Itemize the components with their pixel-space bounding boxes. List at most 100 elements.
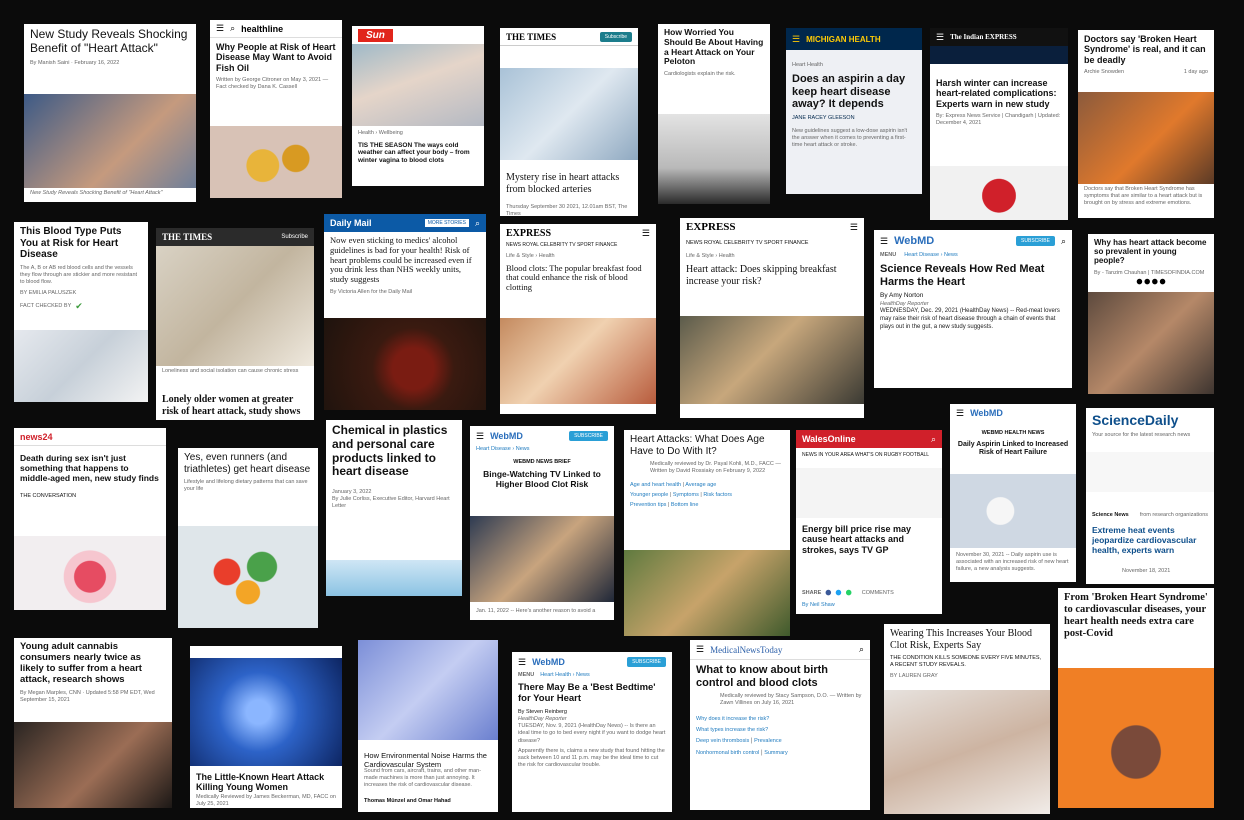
article-author[interactable]: By Neil Shaw <box>796 602 841 609</box>
site-logo[interactable]: EXPRESS <box>686 221 736 233</box>
toc-link[interactable]: What types increase the risk? <box>696 727 768 733</box>
subscribe-button[interactable]: SUBSCRIBE <box>627 657 666 667</box>
toc-links[interactable]: Age and heart health | Average age Young… <box>624 481 790 511</box>
article-card-heart-attack-benefit[interactable]: New Study Reveals Shocking Benefit of "H… <box>24 24 196 202</box>
site-logo[interactable]: THE TIMES <box>506 32 556 42</box>
article-title[interactable]: Energy bill price rise may cause heart a… <box>796 520 942 559</box>
subscribe-button[interactable]: SUBSCRIBE <box>1016 236 1055 246</box>
article-title[interactable]: Young adult cannabis consumers nearly tw… <box>14 638 172 690</box>
site-logo[interactable]: The Indian EXPRESS <box>950 33 1017 41</box>
menu-icon[interactable]: ☰ <box>518 657 526 668</box>
menu-icon[interactable]: ☰ <box>216 23 224 34</box>
menu-icon[interactable]: ☰ <box>956 408 964 419</box>
article-card-birth-control[interactable]: ☰ MedicalNewsToday ⌕ What to know about … <box>690 640 870 810</box>
article-title[interactable]: How Worried You Should Be About Having a… <box>658 24 770 71</box>
toc-link[interactable]: Average age <box>685 482 716 488</box>
toc-link[interactable]: Prevalence <box>754 738 782 744</box>
article-card-skipping-breakfast[interactable]: EXPRESS ☰ NEWS ROYAL CELEBRITY TV SPORT … <box>680 218 864 418</box>
toc-link[interactable]: Prevention tips <box>630 502 666 508</box>
article-title[interactable]: Heart Attacks: What Does Age Have to Do … <box>624 430 790 461</box>
article-card-binge-watching[interactable]: ☰ WebMD SUBSCRIBE Heart Disease › News W… <box>470 426 614 620</box>
site-logo[interactable]: THE TIMES <box>162 232 212 242</box>
article-title[interactable]: Chemical in plastics and personal care p… <box>326 420 462 483</box>
article-card-death-during-sex[interactable]: news24 Death during sex isn't just somet… <box>14 428 166 610</box>
comments-link[interactable]: COMMENTS <box>862 590 894 597</box>
article-title[interactable]: Binge-Watching TV Linked to Higher Blood… <box>470 466 614 494</box>
site-logo[interactable]: WebMD <box>894 235 934 247</box>
article-title[interactable]: Does an aspirin a day keep heart disease… <box>786 69 922 115</box>
site-logo[interactable]: WebMD <box>532 657 565 667</box>
article-title[interactable]: Mystery rise in heart attacks from block… <box>500 168 638 199</box>
article-card-lonely-women[interactable]: THE TIMES Subscribe Loneliness and socia… <box>156 228 314 420</box>
site-logo[interactable]: WebMD <box>490 431 523 441</box>
toc-link[interactable]: Younger people <box>630 492 668 498</box>
article-card-best-bedtime[interactable]: ☰ WebMD SUBSCRIBE MENU Heart Health › Ne… <box>512 652 672 812</box>
article-title[interactable]: Harsh winter can increase heart-related … <box>930 74 1068 113</box>
site-logo[interactable]: WalesOnline <box>802 434 856 444</box>
article-card-mystery-rise[interactable]: THE TIMES Subscribe Mystery rise in hear… <box>500 28 638 216</box>
article-card-harsh-winter[interactable]: ☰ The Indian EXPRESS Harsh winter can in… <box>930 28 1068 220</box>
article-card-plastics[interactable]: Chemical in plastics and personal care p… <box>326 420 462 596</box>
article-video[interactable] <box>14 536 166 610</box>
article-card-noise[interactable]: How Environmental Noise Harms the Cardio… <box>358 640 498 812</box>
article-title[interactable]: Why has heart attack become so prevalent… <box>1088 234 1214 270</box>
menu-button[interactable]: MENU <box>880 252 896 259</box>
article-title[interactable]: Why People at Risk of Heart Disease May … <box>210 38 342 77</box>
article-title[interactable]: New Study Reveals Shocking Benefit of "H… <box>24 24 196 60</box>
toc-links[interactable]: Why does it increase the risk? What type… <box>690 714 870 760</box>
article-title[interactable]: There May Be a 'Best Bedtime' for Your H… <box>512 679 672 709</box>
site-logo[interactable]: news24 <box>20 432 53 442</box>
article-card-aspirin[interactable]: ☰ MICHIGAN HEALTH Heart Health Does an a… <box>786 28 922 194</box>
subscribe-link[interactable]: Subscribe <box>281 234 308 240</box>
menu-icon[interactable]: ☰ <box>476 431 484 442</box>
article-card-young-women[interactable]: The Little-Known Heart Attack Killing Yo… <box>190 646 342 808</box>
site-logo[interactable]: Daily Mail <box>330 218 372 228</box>
menu-icon[interactable]: ☰ <box>850 222 858 233</box>
article-card-cannabis[interactable]: Young adult cannabis consumers nearly tw… <box>14 638 172 808</box>
article-title[interactable]: The Little-Known Heart Attack Killing Yo… <box>190 768 342 797</box>
article-title[interactable]: Science Reveals How Red Meat Harms the H… <box>874 259 1072 292</box>
search-icon[interactable]: ⌕ <box>931 434 936 445</box>
site-logo[interactable]: ScienceDaily <box>1086 408 1214 432</box>
search-icon[interactable]: ⌕ <box>230 23 235 34</box>
ad-banner[interactable] <box>930 46 1068 64</box>
article-title[interactable]: Death during sex isn't just something th… <box>14 450 166 487</box>
menu-icon[interactable]: ☰ <box>936 32 944 43</box>
article-card-daily-aspirin[interactable]: ☰ WebMD WEBMD HEALTH NEWS Daily Aspirin … <box>950 404 1076 582</box>
article-card-fish-oil[interactable]: ☰ ⌕ healthline Why People at Risk of Hea… <box>210 20 342 198</box>
subscribe-button[interactable]: Subscribe <box>599 31 632 42</box>
search-icon[interactable]: ⌕ <box>475 218 480 229</box>
article-title[interactable]: Yes, even runners (and triathletes) get … <box>178 448 318 479</box>
site-logo[interactable]: healthline <box>241 24 283 34</box>
article-card-alcohol[interactable]: Daily Mail MORE STORIES ⌕ Now even stick… <box>324 214 486 410</box>
site-logo[interactable]: MICHIGAN HEALTH <box>806 35 881 44</box>
toc-link[interactable]: Symptoms <box>673 492 699 498</box>
site-logo[interactable]: Sun <box>358 28 393 42</box>
article-title[interactable]: Doctors say 'Broken Heart Syndrome' is r… <box>1078 30 1214 69</box>
article-card-blood-type[interactable]: This Blood Type Puts You at Risk for Hea… <box>14 222 148 402</box>
toc-link[interactable]: Nonhormonal birth control <box>696 750 759 756</box>
article-card-extreme-heat[interactable]: ScienceDaily Your source for the latest … <box>1086 408 1214 584</box>
article-card-cold-weather[interactable]: Sun Health › Wellbeing TIS THE SEASON Th… <box>352 26 484 186</box>
article-card-post-covid[interactable]: From 'Broken Heart Syndrome' to cardiova… <box>1058 588 1214 808</box>
toc-link[interactable]: Why does it increase the risk? <box>696 716 769 722</box>
article-title[interactable]: From 'Broken Heart Syndrome' to cardiova… <box>1058 588 1214 644</box>
search-icon[interactable]: ⌕ <box>1061 236 1066 247</box>
twitter-icon[interactable]: ⬤ <box>835 590 841 597</box>
article-card-red-meat[interactable]: ☰ WebMD SUBSCRIBE ⌕ MENU Heart Disease ›… <box>874 230 1072 388</box>
site-logo[interactable]: EXPRESS <box>506 228 551 239</box>
article-title[interactable]: Lonely older women at greater risk of he… <box>156 390 314 420</box>
toc-link[interactable]: Age and heart health <box>630 482 681 488</box>
menu-button[interactable]: MENU <box>518 672 534 679</box>
article-title[interactable]: Now even sticking to medics' alcohol gui… <box>324 232 486 289</box>
article-card-breakfast-clot[interactable]: EXPRESS ☰ NEWS ROYAL CELEBRITY TV SPORT … <box>500 224 656 414</box>
site-logo[interactable]: MedicalNewsToday <box>710 645 782 655</box>
article-card-young-people[interactable]: Why has heart attack become so prevalent… <box>1088 234 1214 394</box>
site-nav[interactable]: NEWS ROYAL CELEBRITY TV SPORT FINANCE <box>680 240 864 247</box>
breadcrumb[interactable]: Heart Disease › News <box>904 252 958 259</box>
toc-link[interactable]: Summary <box>764 750 788 756</box>
article-card-peloton[interactable]: How Worried You Should Be About Having a… <box>658 24 770 204</box>
whatsapp-icon[interactable]: ⬤ <box>846 590 852 597</box>
site-nav[interactable]: NEWS IN YOUR AREA WHAT'S ON RUGBY FOOTBA… <box>796 452 942 459</box>
article-title[interactable]: Heart attack: Does skipping breakfast in… <box>680 260 864 291</box>
